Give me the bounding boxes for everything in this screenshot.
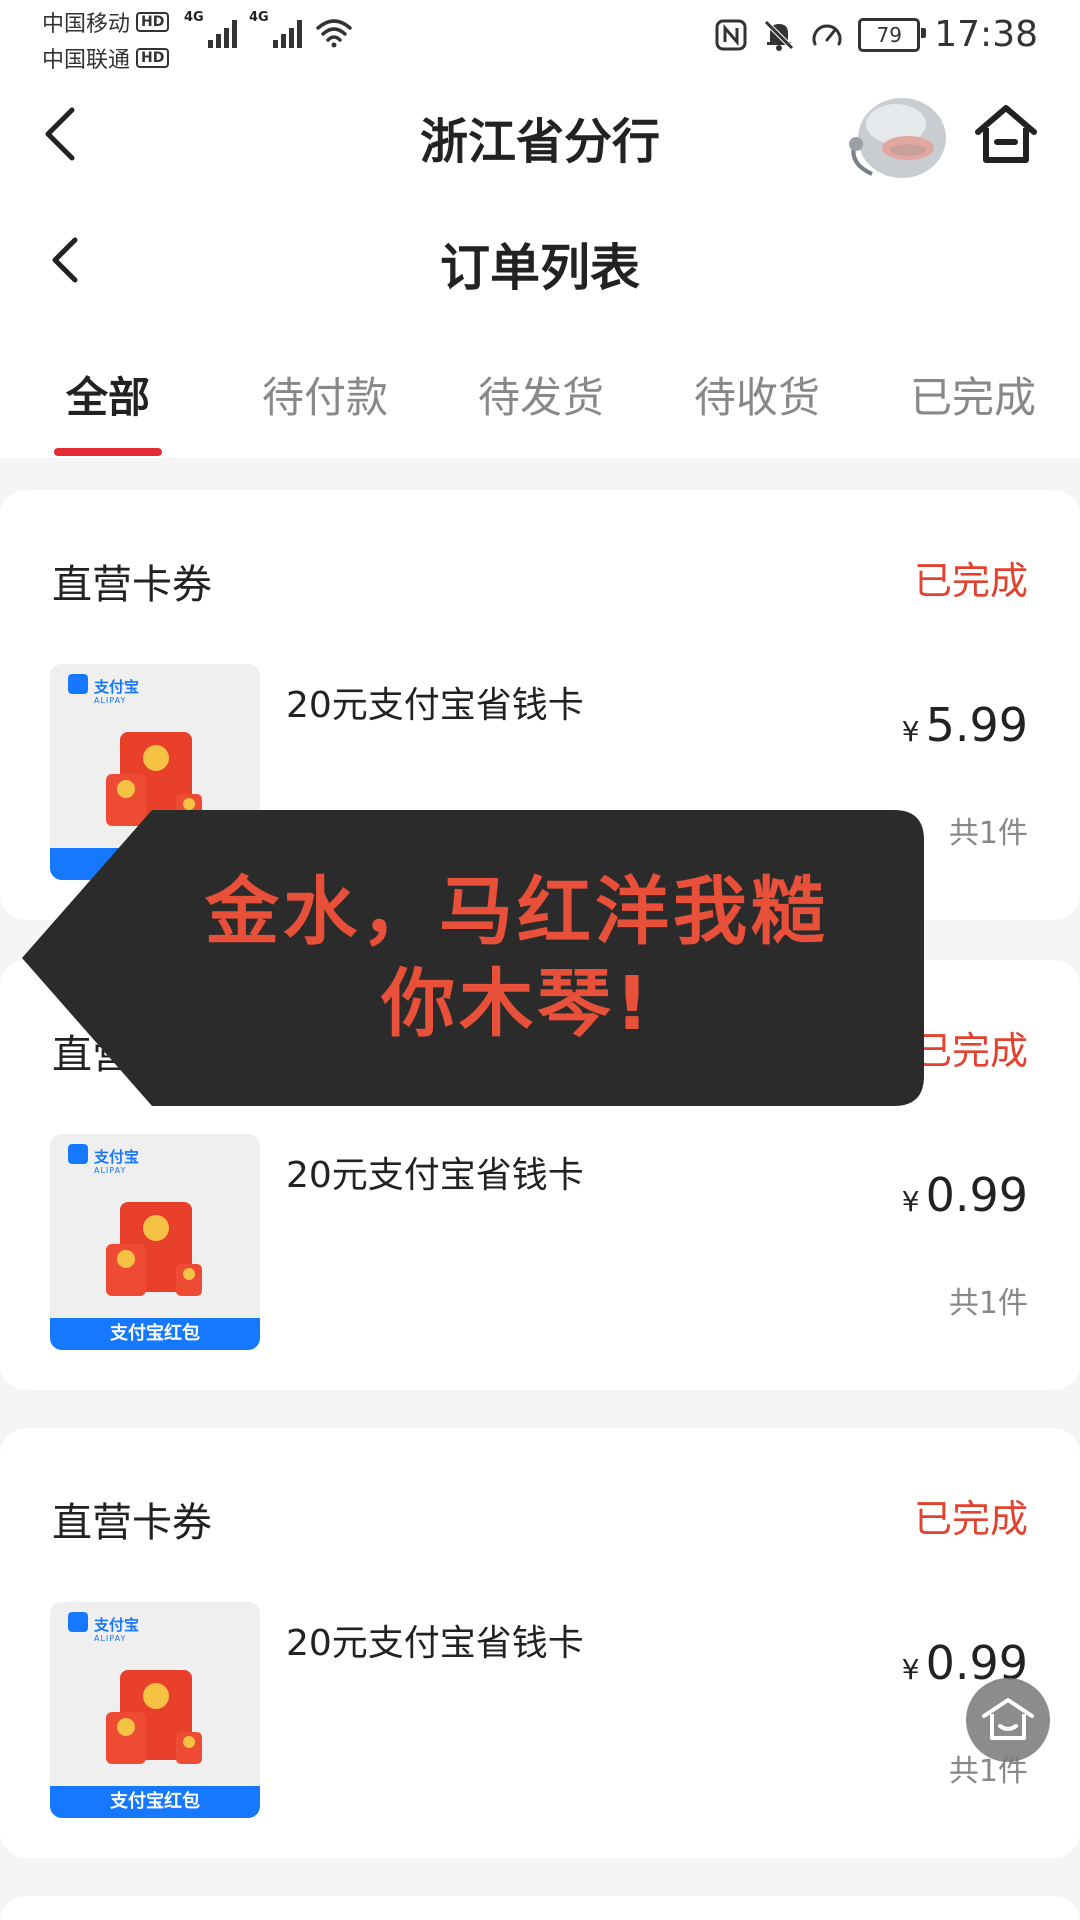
floating-home-button[interactable] xyxy=(966,1678,1050,1762)
sub-header: 订单列表 xyxy=(0,190,1080,330)
order-status: 已完成 xyxy=(913,1497,1028,1541)
currency-symbol: ¥ xyxy=(901,1653,920,1686)
currency-symbol: ¥ xyxy=(901,715,920,748)
active-tab-indicator xyxy=(54,448,162,456)
order-card[interactable]: 直营卡券 已完成 支付宝 ALIPAY 支付宝红包 20元支付宝省钱卡 ¥ 0.… xyxy=(0,1428,1080,1858)
signal-icon: 4G xyxy=(249,10,302,48)
store-label: 直营卡券 xyxy=(52,1500,212,1546)
quantity: 共1件 xyxy=(948,1286,1028,1321)
speed-icon xyxy=(812,24,842,45)
annotation-line-1: 金水，马红洋我糙 xyxy=(205,869,829,955)
app-header: 浙江省分行 xyxy=(0,80,1080,190)
annotation-overlay: 金水，马红洋我糙 你木琴! xyxy=(22,810,924,1106)
thumb-caption: 支付宝红包 xyxy=(50,1786,260,1818)
nfc-icon xyxy=(715,19,747,50)
tab-all[interactable]: 全部 xyxy=(66,364,150,425)
carrier-1-label: 中国移动 xyxy=(42,12,131,37)
home-icon[interactable] xyxy=(970,98,1042,170)
currency-symbol: ¥ xyxy=(901,1185,920,1218)
signal-indicators: 4G 4G xyxy=(184,10,352,48)
order-card-partial xyxy=(0,1896,1080,1920)
battery-level: 79 xyxy=(876,22,902,47)
product-name[interactable]: 20元支付宝省钱卡 xyxy=(286,1614,584,1666)
status-bar: 中国移动 HD 中国联通 HD 4G 4G 79 17:38 xyxy=(0,0,1080,80)
network-type-label: 4G xyxy=(249,10,269,25)
carrier-2-label: 中国联通 xyxy=(42,48,131,73)
order-status: 已完成 xyxy=(913,559,1028,603)
mascot-avatar[interactable] xyxy=(846,94,950,182)
alipay-brand: 支付宝 xyxy=(94,678,140,696)
clock: 17:38 xyxy=(934,14,1038,55)
alipay-brand: 支付宝 xyxy=(94,1148,140,1166)
annotation-text: 金水，马红洋我糙 你木琴! xyxy=(162,866,872,1050)
product-name[interactable]: 20元支付宝省钱卡 xyxy=(286,676,584,728)
product-thumbnail[interactable]: 支付宝 ALIPAY 支付宝红包 xyxy=(50,1602,260,1818)
hd-badge: HD xyxy=(136,48,170,68)
annotation-line-2: 你木琴! xyxy=(381,961,653,1047)
screen: 中国移动 HD 中国联通 HD 4G 4G 79 17:38 浙江省分行 订单列… xyxy=(0,0,1080,1920)
hd-badge: HD xyxy=(136,12,170,32)
alipay-brand-sub: ALIPAY xyxy=(94,1166,127,1175)
quantity: 共1件 xyxy=(948,816,1028,851)
price: ¥ 0.99 xyxy=(902,1168,1028,1222)
store-label: 直营卡券 xyxy=(52,562,212,608)
tab-pending-shipment[interactable]: 待发货 xyxy=(478,364,604,425)
price: ¥ 5.99 xyxy=(902,698,1028,752)
signal-icon: 4G xyxy=(184,10,237,48)
tab-completed[interactable]: 已完成 xyxy=(910,364,1036,425)
product-thumbnail[interactable]: 支付宝 ALIPAY 支付宝红包 xyxy=(50,1134,260,1350)
home-icon xyxy=(982,1698,1034,1740)
alipay-brand-sub: ALIPAY xyxy=(94,696,127,705)
order-tabs: 全部 待付款 待发货 待收货 已完成 xyxy=(0,330,1080,458)
alipay-brand: 支付宝 xyxy=(94,1616,140,1634)
order-list-title: 订单列表 xyxy=(440,239,640,297)
product-name[interactable]: 20元支付宝省钱卡 xyxy=(286,1146,584,1198)
wifi-icon xyxy=(316,19,352,48)
mute-bell-icon xyxy=(764,19,795,51)
alipay-brand-sub: ALIPAY xyxy=(94,1634,127,1643)
thumb-caption: 支付宝红包 xyxy=(50,1318,260,1350)
status-right: 79 17:38 xyxy=(714,14,1038,55)
price-value: 5.99 xyxy=(925,698,1028,752)
carrier-1: 中国移动 HD xyxy=(42,6,170,38)
tab-pending-receipt[interactable]: 待收货 xyxy=(694,364,820,425)
network-type-label: 4G xyxy=(184,10,204,25)
order-status: 已完成 xyxy=(913,1029,1028,1073)
carrier-2: 中国联通 HD xyxy=(42,42,170,74)
battery-icon: 79 xyxy=(858,17,927,52)
tab-pending-payment[interactable]: 待付款 xyxy=(262,364,388,425)
price-value: 0.99 xyxy=(925,1168,1028,1222)
